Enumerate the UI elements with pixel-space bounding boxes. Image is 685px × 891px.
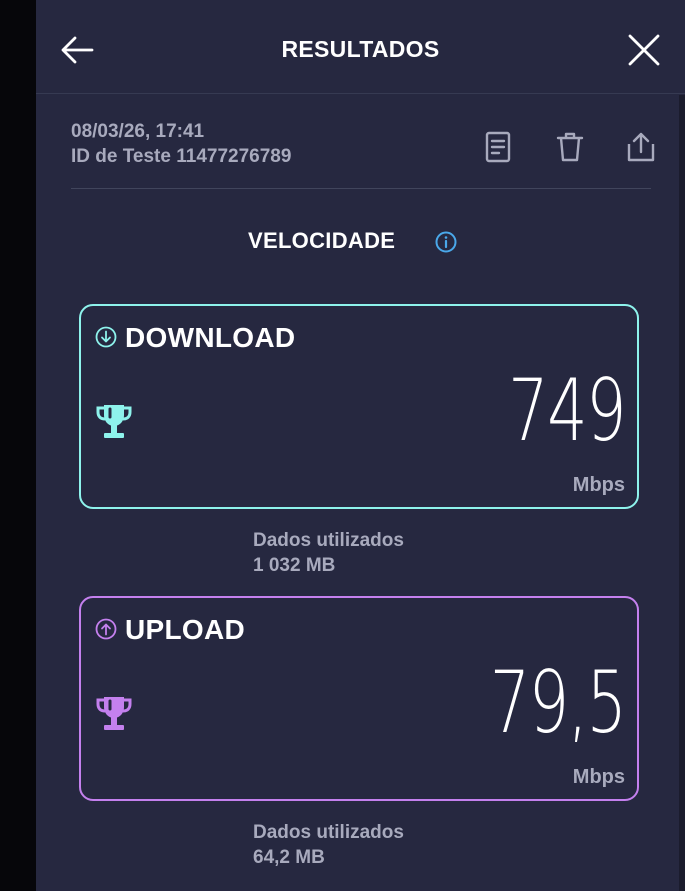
upload-data-value: 64,2 MB xyxy=(253,847,325,868)
test-id: ID de Teste 11477276789 xyxy=(71,146,292,167)
upload-data-label: Dados utilizados xyxy=(253,822,404,843)
trophy-icon xyxy=(93,401,135,443)
background-strip xyxy=(0,0,36,891)
info-button[interactable] xyxy=(434,230,458,254)
section-title: VELOCIDADE xyxy=(248,228,396,253)
document-icon xyxy=(485,131,511,163)
download-unit: Mbps xyxy=(572,474,625,496)
page-title: RESULTADOS xyxy=(281,36,440,62)
scroll-track xyxy=(679,95,685,891)
header-bar: RESULTADOS xyxy=(36,0,685,94)
divider xyxy=(71,188,651,189)
share-button[interactable] xyxy=(621,127,661,167)
download-data-value: 1 032 MB xyxy=(253,555,336,576)
test-datetime: 08/03/26, 17:41 xyxy=(71,121,205,142)
upload-card[interactable]: UPLOAD 79,5 Mbps xyxy=(79,596,639,801)
close-button[interactable] xyxy=(624,30,664,70)
download-data-label: Dados utilizados xyxy=(253,530,404,551)
download-speed-value: 749 xyxy=(507,361,627,461)
upload-speed-value: 79,5 xyxy=(489,653,626,753)
upload-unit: Mbps xyxy=(572,766,625,788)
upload-label: UPLOAD xyxy=(125,614,246,645)
details-button[interactable] xyxy=(478,127,518,167)
download-label: DOWNLOAD xyxy=(125,322,296,353)
results-panel: RESULTADOS 08/03/26, 17:41 ID de Teste 1… xyxy=(36,0,685,891)
download-card[interactable]: DOWNLOAD 749 Mbps xyxy=(79,304,639,509)
close-icon xyxy=(628,34,660,66)
delete-button[interactable] xyxy=(550,127,590,167)
upload-arrow-icon xyxy=(95,618,117,640)
trophy-icon xyxy=(93,693,135,735)
info-icon xyxy=(435,231,457,253)
trash-icon xyxy=(556,132,584,162)
download-arrow-icon xyxy=(95,326,117,348)
share-icon xyxy=(627,132,655,162)
